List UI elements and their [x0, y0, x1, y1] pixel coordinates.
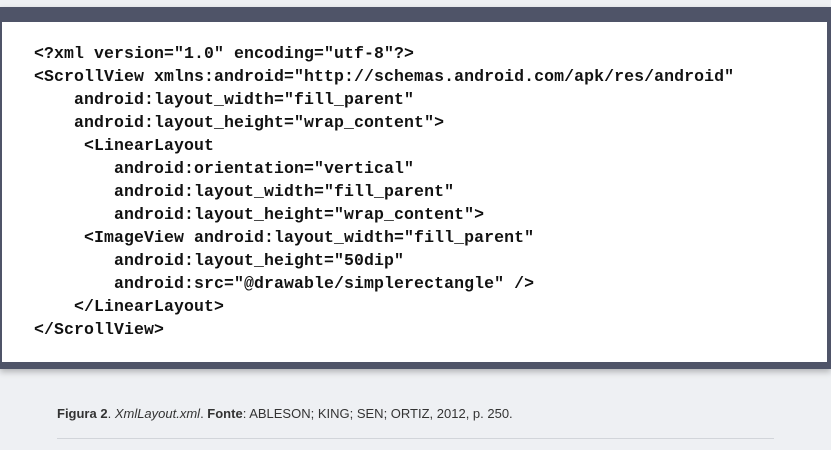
caption-separator: . [107, 406, 115, 421]
code-line: android:orientation="vertical" [34, 159, 415, 178]
code-line: android:layout_height="50dip" [34, 251, 405, 270]
code-line: </LinearLayout> [34, 297, 225, 316]
code-line: android:layout_width="fill_parent" [34, 182, 455, 201]
caption-filename: XmlLayout.xml [114, 406, 201, 421]
page: <?xml version="1.0" encoding="utf-8"?> <… [0, 0, 831, 450]
figure-caption: Figura 2. XmlLayout.xml. Fonte: ABLESON;… [57, 406, 513, 421]
code-line: <LinearLayout [34, 136, 215, 155]
code-line: <ScrollView xmlns:android="http://schema… [34, 67, 735, 86]
code-line: android:layout_width="fill_parent" [34, 90, 415, 109]
caption-label: Figura 2 [57, 406, 108, 421]
code-line: </ScrollView> [34, 320, 165, 339]
code-line: <ImageView android:layout_width="fill_pa… [34, 228, 535, 247]
code-line: <?xml version="1.0" encoding="utf-8"?> [34, 44, 415, 63]
code-line: android:src="@drawable/simplerectangle" … [34, 274, 535, 293]
divider [57, 438, 774, 439]
figure-frame: <?xml version="1.0" encoding="utf-8"?> <… [0, 7, 831, 369]
caption-source-label: Fonte [207, 406, 243, 421]
code-line: android:layout_height="wrap_content"> [34, 113, 445, 132]
code-panel: <?xml version="1.0" encoding="utf-8"?> <… [2, 22, 827, 362]
caption-source-text: : ABLESON; KING; SEN; ORTIZ, 2012, p. 25… [242, 406, 513, 421]
code-line: android:layout_height="wrap_content"> [34, 205, 485, 224]
